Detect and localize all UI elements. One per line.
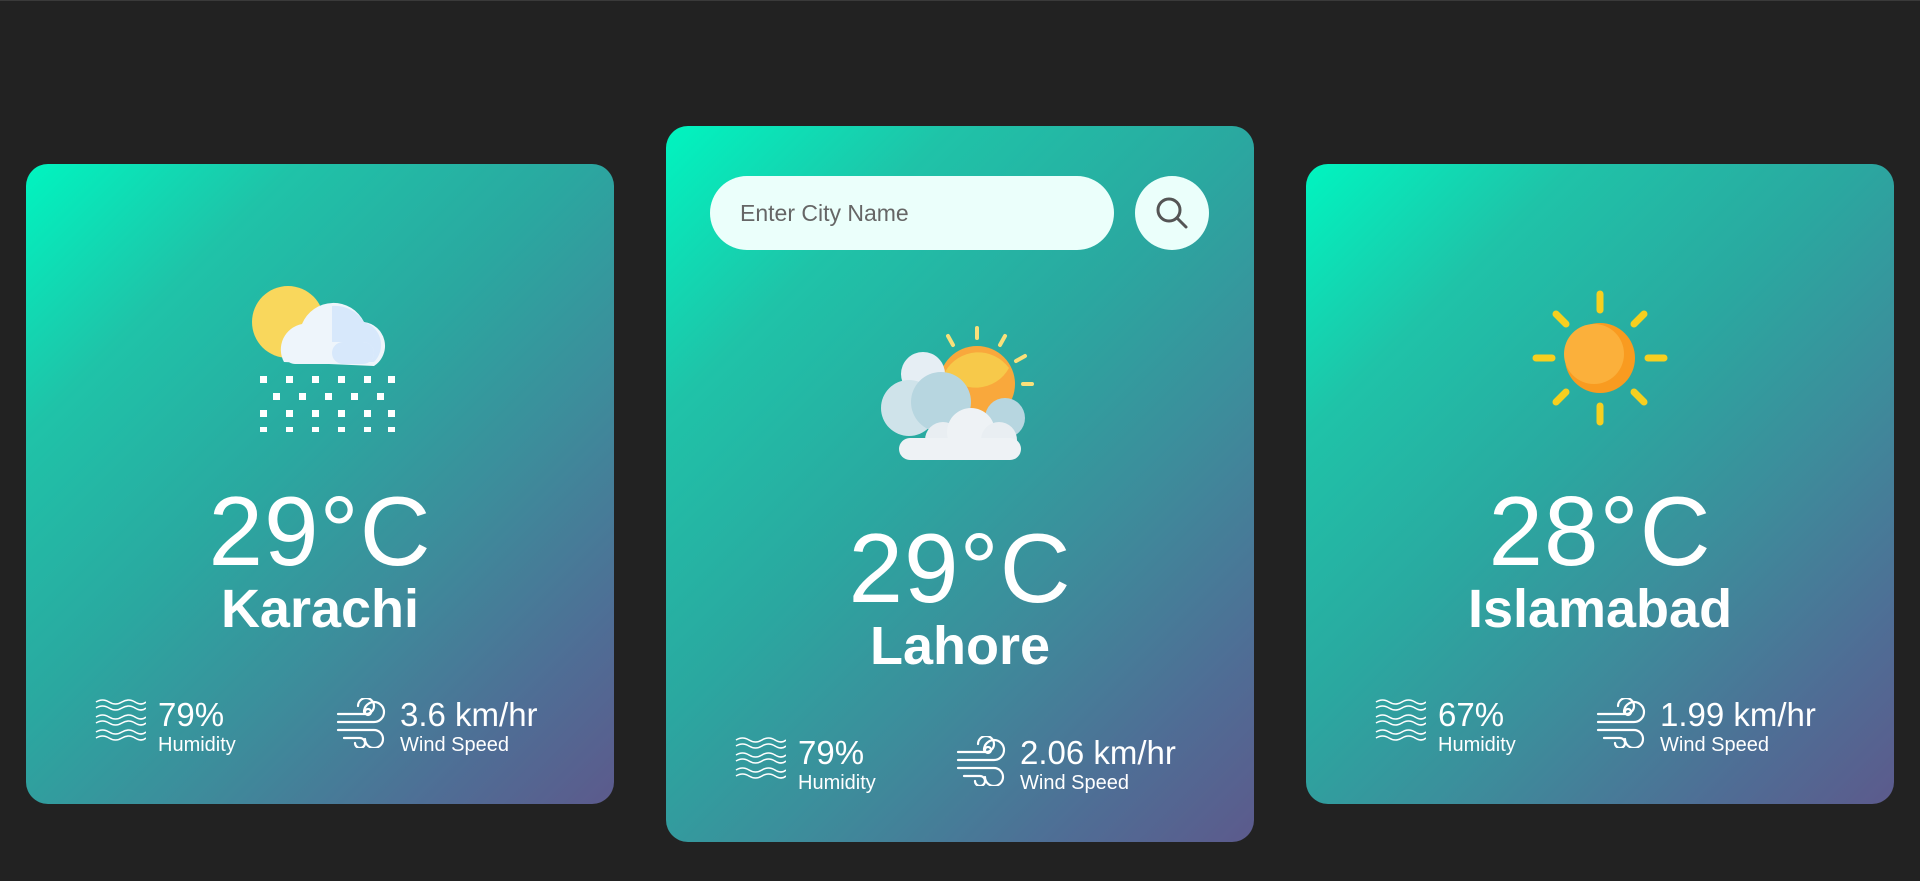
wind-icon xyxy=(956,736,1006,786)
wind-stat: 3.6 km/hr Wind Speed xyxy=(336,698,538,755)
wind-speed-label: Wind Speed xyxy=(1660,734,1769,756)
city-name: Karachi xyxy=(220,579,420,639)
wind-icon xyxy=(336,698,386,748)
city-name: Lahore xyxy=(869,616,1051,676)
wind-speed-label: Wind Speed xyxy=(1020,772,1129,794)
humidity-stat: 79% Humidity xyxy=(734,736,876,793)
humidity-label: Humidity xyxy=(1438,734,1516,756)
humidity-stat: 67% Humidity xyxy=(1374,698,1516,755)
wind-speed-value: 1.99 km/hr xyxy=(1660,696,1816,733)
humidity-value: 67% xyxy=(1438,696,1505,733)
humidity-label: Humidity xyxy=(798,772,876,794)
wind-stat: 1.99 km/hr Wind Speed xyxy=(1596,698,1816,755)
temperature: 28°C xyxy=(1488,476,1712,586)
rain-snow-cloud-sun-icon xyxy=(240,282,400,437)
city-name: Islamabad xyxy=(1467,579,1733,639)
wind-icon xyxy=(1596,698,1646,748)
humidity-value: 79% xyxy=(158,696,225,733)
city-search-input[interactable] xyxy=(710,176,1114,250)
wind-speed-value: 3.6 km/hr xyxy=(400,696,538,733)
temperature: 29°C xyxy=(848,513,1072,623)
partly-cloudy-sun-icon xyxy=(875,322,1045,477)
search-button[interactable] xyxy=(1135,176,1209,250)
weather-card-islamabad: 28°C Islamabad 67% Humidity 1.99 km/hr W… xyxy=(1306,164,1894,804)
humidity-label: Humidity xyxy=(158,734,236,756)
humidity-stat: 79% Humidity xyxy=(94,698,236,755)
sun-icon xyxy=(1530,288,1670,433)
humidity-value: 79% xyxy=(798,734,865,771)
wind-speed-label: Wind Speed xyxy=(400,734,509,756)
weather-card-lahore: 29°C Lahore 79% Humidity xyxy=(666,126,1254,842)
search-icon xyxy=(1156,197,1188,229)
wind-speed-value: 2.06 km/hr xyxy=(1020,734,1176,771)
wind-stat: 2.06 km/hr Wind Speed xyxy=(956,736,1176,793)
weather-card-karachi: 29°C Karachi 79% Humidity 3.6 km/hr Wind… xyxy=(26,164,614,804)
humidity-waves-icon xyxy=(735,737,786,779)
temperature: 29°C xyxy=(208,476,432,586)
humidity-waves-icon xyxy=(95,699,146,741)
humidity-waves-icon xyxy=(1375,699,1426,741)
